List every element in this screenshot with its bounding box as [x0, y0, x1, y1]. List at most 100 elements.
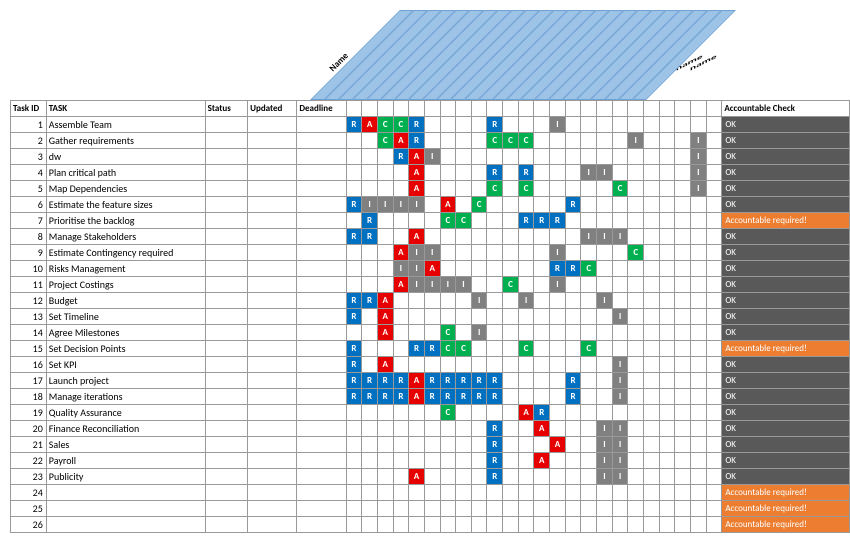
raci-cell[interactable]	[565, 420, 581, 436]
raci-cell[interactable]	[675, 324, 691, 340]
raci-cell[interactable]	[581, 212, 597, 228]
task-deadline[interactable]	[297, 244, 346, 260]
raci-cell[interactable]	[440, 180, 456, 196]
raci-cell[interactable]	[550, 196, 566, 212]
raci-cell[interactable]	[675, 468, 691, 484]
raci-cell[interactable]	[581, 276, 597, 292]
raci-cell[interactable]	[362, 148, 378, 164]
raci-cell[interactable]	[628, 180, 644, 196]
raci-cell[interactable]	[581, 148, 597, 164]
raci-cell[interactable]	[691, 356, 707, 372]
raci-cell[interactable]	[675, 388, 691, 404]
raci-cell[interactable]	[675, 228, 691, 244]
task-status[interactable]	[205, 404, 248, 420]
raci-cell[interactable]	[393, 356, 409, 372]
raci-cell[interactable]	[691, 324, 707, 340]
raci-cell[interactable]	[377, 244, 393, 260]
raci-cell[interactable]	[659, 372, 675, 388]
task-status[interactable]	[205, 468, 248, 484]
raci-cell[interactable]: C	[503, 132, 519, 148]
raci-cell[interactable]	[346, 244, 362, 260]
raci-cell[interactable]: R	[377, 388, 393, 404]
raci-cell[interactable]	[565, 516, 581, 532]
task-id[interactable]: 2	[11, 132, 47, 148]
task-updated[interactable]	[248, 228, 297, 244]
task-id[interactable]: 6	[11, 196, 47, 212]
raci-cell[interactable]	[518, 388, 534, 404]
raci-cell[interactable]: A	[518, 404, 534, 420]
raci-cell[interactable]	[581, 372, 597, 388]
raci-cell[interactable]: R	[471, 372, 487, 388]
raci-cell[interactable]	[440, 516, 456, 532]
raci-cell[interactable]	[706, 372, 722, 388]
task-deadline[interactable]	[297, 404, 346, 420]
task-updated[interactable]	[248, 468, 297, 484]
raci-cell[interactable]	[581, 244, 597, 260]
raci-cell[interactable]	[471, 164, 487, 180]
raci-cell[interactable]	[424, 164, 440, 180]
raci-cell[interactable]	[518, 260, 534, 276]
raci-cell[interactable]	[644, 420, 660, 436]
task-id[interactable]: 26	[11, 516, 47, 532]
raci-cell[interactable]	[440, 244, 456, 260]
raci-cell[interactable]	[675, 500, 691, 516]
raci-cell[interactable]	[409, 324, 425, 340]
raci-cell[interactable]	[659, 164, 675, 180]
raci-cell[interactable]	[534, 500, 550, 516]
raci-cell[interactable]	[550, 180, 566, 196]
raci-cell[interactable]	[440, 260, 456, 276]
raci-cell[interactable]: R	[362, 228, 378, 244]
task-updated[interactable]	[248, 324, 297, 340]
raci-cell[interactable]	[518, 484, 534, 500]
raci-cell[interactable]	[424, 212, 440, 228]
raci-cell[interactable]	[597, 324, 613, 340]
raci-cell[interactable]	[628, 388, 644, 404]
raci-cell[interactable]	[659, 324, 675, 340]
raci-cell[interactable]	[377, 404, 393, 420]
raci-cell[interactable]	[628, 196, 644, 212]
raci-cell[interactable]	[597, 404, 613, 420]
task-updated[interactable]	[248, 452, 297, 468]
raci-cell[interactable]	[659, 468, 675, 484]
raci-cell[interactable]	[362, 276, 378, 292]
raci-cell[interactable]	[644, 404, 660, 420]
raci-cell[interactable]	[644, 340, 660, 356]
raci-cell[interactable]	[424, 356, 440, 372]
raci-cell[interactable]	[393, 404, 409, 420]
raci-cell[interactable]: R	[424, 388, 440, 404]
raci-cell[interactable]	[706, 164, 722, 180]
raci-cell[interactable]	[612, 148, 628, 164]
raci-cell[interactable]	[393, 324, 409, 340]
task-name[interactable]	[46, 516, 205, 532]
task-updated[interactable]	[248, 116, 297, 132]
task-status[interactable]	[205, 372, 248, 388]
raci-cell[interactable]	[550, 420, 566, 436]
task-updated[interactable]	[248, 132, 297, 148]
raci-cell[interactable]	[612, 244, 628, 260]
raci-cell[interactable]	[597, 276, 613, 292]
raci-cell[interactable]: I	[612, 452, 628, 468]
raci-cell[interactable]	[565, 132, 581, 148]
task-name[interactable]: Launch project	[46, 372, 205, 388]
raci-cell[interactable]	[691, 244, 707, 260]
raci-cell[interactable]: R	[440, 388, 456, 404]
task-id[interactable]: 15	[11, 340, 47, 356]
raci-cell[interactable]	[597, 148, 613, 164]
raci-cell[interactable]	[424, 228, 440, 244]
task-status[interactable]	[205, 452, 248, 468]
raci-cell[interactable]	[471, 516, 487, 532]
raci-cell[interactable]	[503, 484, 519, 500]
raci-cell[interactable]: I	[612, 436, 628, 452]
raci-cell[interactable]: I	[409, 260, 425, 276]
raci-cell[interactable]	[471, 180, 487, 196]
raci-cell[interactable]	[456, 516, 472, 532]
raci-cell[interactable]: A	[409, 228, 425, 244]
raci-cell[interactable]	[424, 308, 440, 324]
task-updated[interactable]	[248, 356, 297, 372]
raci-cell[interactable]: C	[440, 340, 456, 356]
task-status[interactable]	[205, 132, 248, 148]
raci-cell[interactable]	[393, 228, 409, 244]
raci-cell[interactable]	[362, 132, 378, 148]
raci-cell[interactable]: I	[612, 388, 628, 404]
raci-cell[interactable]: C	[487, 132, 503, 148]
